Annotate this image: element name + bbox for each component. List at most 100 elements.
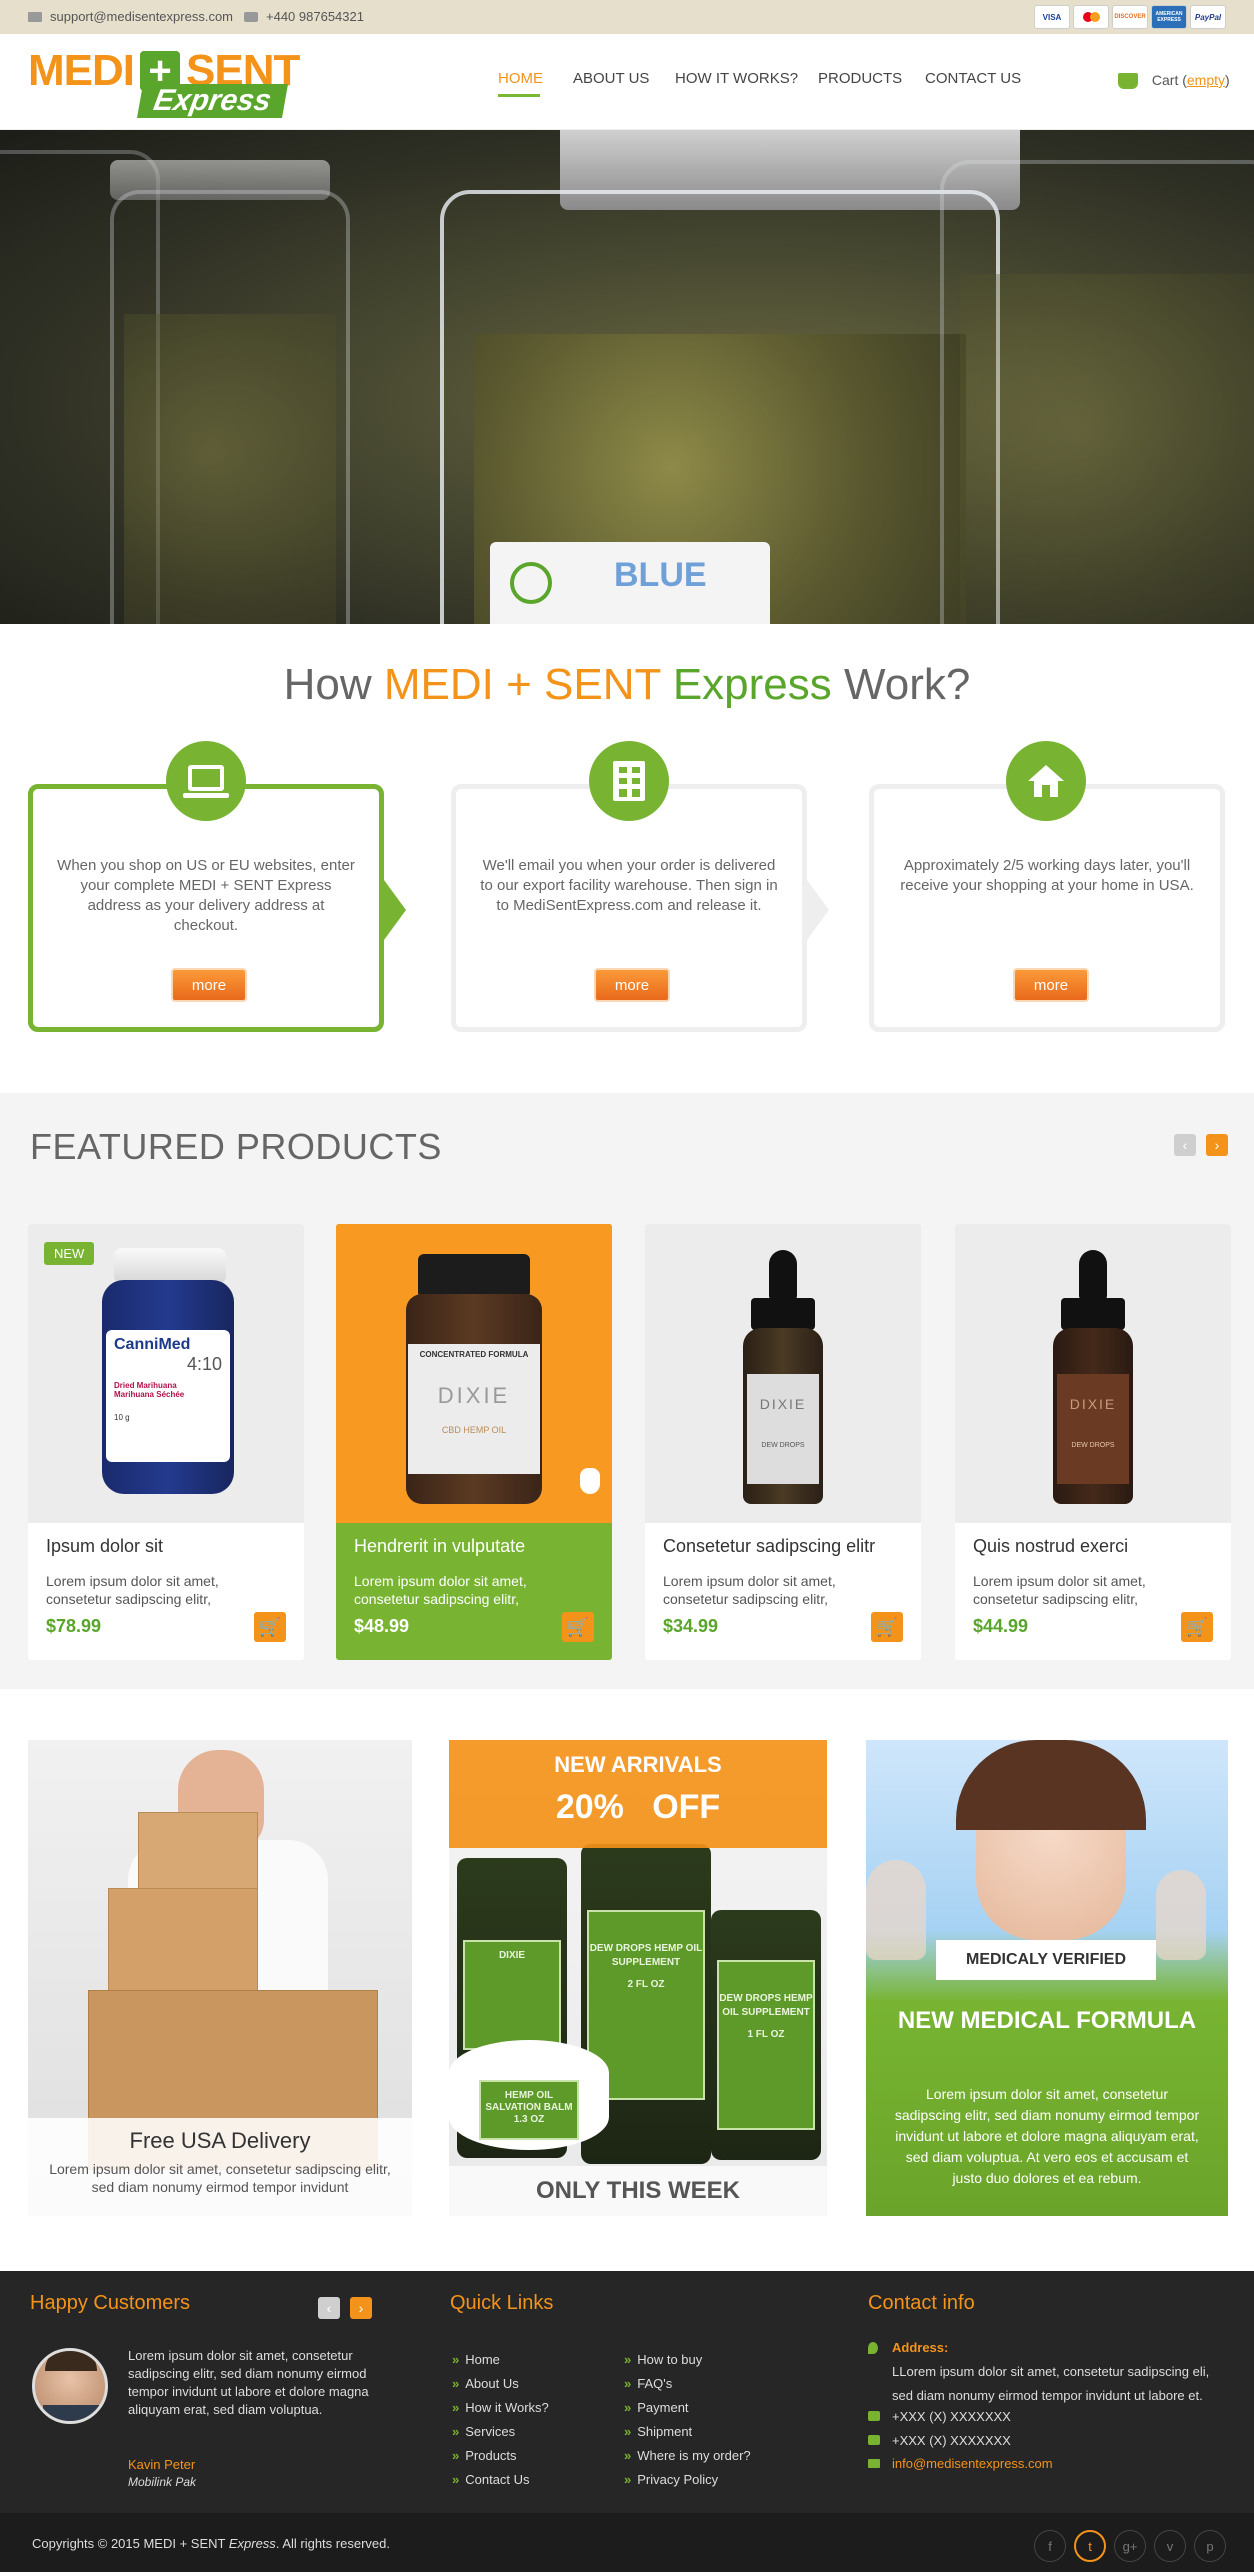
phone-icon bbox=[244, 11, 258, 22]
address-text: LLorem ipsum dolor sit amet, consetetur … bbox=[892, 2364, 1210, 2403]
verified-text: Lorem ipsum dolor sit amet, consetetur s… bbox=[894, 2086, 1200, 2186]
nav-products[interactable]: PRODUCTS bbox=[818, 70, 902, 87]
cart-icon: 🛒 bbox=[258, 1616, 282, 1637]
footer-link-where-order[interactable]: » Where is my order? bbox=[624, 2444, 751, 2468]
verified-badge: MEDICALY VERIFIED bbox=[936, 1940, 1156, 1980]
footer-link-how-to-buy[interactable]: » How to buy bbox=[624, 2348, 751, 2372]
quick-links-col2: » How to buy » FAQ's » Payment » Shipment » W… bbox=[624, 2348, 751, 2492]
add-to-cart-button[interactable]: 🛒 bbox=[871, 1612, 903, 1642]
paypal-icon: PayPal bbox=[1190, 5, 1226, 29]
cart-icon: 🛒 bbox=[1185, 1616, 1209, 1637]
google-plus-icon[interactable]: g+ bbox=[1114, 2530, 1146, 2562]
fax-icon bbox=[868, 2435, 880, 2445]
free-delivery-banner[interactable]: Free USA Delivery Lorem ipsum dolor sit … bbox=[28, 1740, 412, 2216]
envelope-icon bbox=[28, 11, 42, 22]
product-desc: Lorem ipsum dolor sit amet, consetetur s… bbox=[663, 1573, 836, 1607]
product-name[interactable]: Hendrerit in vulputate bbox=[354, 1536, 525, 1557]
product-name[interactable]: Consetetur sadipscing elitr bbox=[663, 1536, 875, 1557]
basket-icon bbox=[1118, 73, 1138, 90]
step-arrow-2 bbox=[807, 880, 829, 940]
contact-email[interactable]: info@medisentexpress.com bbox=[892, 2456, 1053, 2471]
testimonial-next-button[interactable]: › bbox=[350, 2297, 372, 2319]
happy-customers-title: Happy Customers bbox=[30, 2292, 191, 2314]
nav-how-it-works[interactable]: HOW IT WORKS? bbox=[675, 70, 798, 87]
home-icon bbox=[1006, 741, 1086, 821]
double-chevron-icon: » bbox=[624, 2424, 632, 2439]
mastercard-icon bbox=[1073, 5, 1109, 29]
footer-link-products[interactable]: » Products bbox=[452, 2444, 549, 2468]
new-badge: NEW bbox=[44, 1242, 95, 1265]
envelope-icon bbox=[868, 2459, 880, 2468]
delivery-text: Lorem ipsum dolor sit amet, consetetur s… bbox=[49, 2161, 391, 2195]
footer-link-how[interactable]: » How it Works? bbox=[452, 2396, 549, 2420]
footer-link-contact[interactable]: » Contact Us bbox=[452, 2468, 549, 2492]
vimeo-icon[interactable]: v bbox=[1154, 2530, 1186, 2562]
top-bar: support@medisentexpress.com +440 9876543… bbox=[0, 0, 1254, 34]
copyright-text: Copyrights © 2015 MEDI + SENT Express. A… bbox=[32, 2536, 390, 2551]
chevron-right-icon: › bbox=[358, 2300, 364, 2316]
laptop-icon bbox=[166, 741, 246, 821]
product-name[interactable]: Quis nostrud exerci bbox=[973, 1536, 1128, 1557]
logo[interactable]: MEDI + SENT Express bbox=[28, 46, 308, 120]
footer-link-faq[interactable]: » FAQ's bbox=[624, 2372, 751, 2396]
product-price: $44.99 bbox=[973, 1616, 1029, 1636]
footer-link-home[interactable]: » Home bbox=[452, 2348, 549, 2372]
product-desc: Lorem ipsum dolor sit amet, consetetur s… bbox=[354, 1573, 527, 1607]
cart-empty-link[interactable]: empty bbox=[1187, 72, 1225, 88]
cart-icon: 🛒 bbox=[875, 1616, 899, 1637]
step-2-more-button[interactable]: more bbox=[594, 968, 670, 1002]
product-image: DIXIE DEW DROPS bbox=[955, 1224, 1231, 1523]
double-chevron-icon: » bbox=[624, 2376, 632, 2391]
product-desc: Lorem ipsum dolor sit amet, consetetur s… bbox=[973, 1573, 1146, 1607]
nav-active-underline bbox=[498, 94, 540, 97]
medically-verified-banner[interactable]: MEDICALY VERIFIED NEW MEDICAL FORMULA Lo… bbox=[866, 1740, 1228, 2216]
customer-name: Kavin Peter bbox=[128, 2457, 196, 2472]
twitter-icon[interactable]: t bbox=[1074, 2530, 1106, 2562]
product-price: $78.99 bbox=[46, 1616, 102, 1636]
support-phone: +440 987654321 bbox=[244, 9, 364, 24]
footer-link-privacy[interactable]: » Privacy Policy bbox=[624, 2468, 751, 2492]
step-3-more-button[interactable]: more bbox=[1013, 968, 1089, 1002]
delivery-title: Free USA Delivery bbox=[129, 2128, 311, 2153]
nav-contact-us[interactable]: CONTACT US bbox=[925, 70, 1021, 87]
footer-link-about[interactable]: » About Us bbox=[452, 2372, 549, 2396]
double-chevron-icon: » bbox=[624, 2400, 632, 2415]
footer-link-payment[interactable]: » Payment bbox=[624, 2396, 751, 2420]
double-chevron-icon: » bbox=[624, 2472, 632, 2487]
doctor-photo bbox=[956, 1740, 1146, 1940]
contact-info-title: Contact info bbox=[868, 2292, 975, 2314]
cart-link[interactable]: Cart (empty) bbox=[1118, 72, 1230, 90]
support-email[interactable]: support@medisentexpress.com bbox=[28, 9, 233, 24]
step-1-more-button[interactable]: more bbox=[171, 968, 247, 1002]
facebook-icon[interactable]: f bbox=[1034, 2530, 1066, 2562]
nav-about-us[interactable]: ABOUT US bbox=[573, 70, 649, 87]
product-price: $48.99 bbox=[354, 1616, 410, 1636]
add-to-cart-button[interactable]: 🛒 bbox=[254, 1612, 286, 1642]
product-card[interactable]: CanniMed 4:10 Dried Marihuana Marihuana … bbox=[28, 1224, 304, 1660]
pinterest-icon[interactable]: p bbox=[1194, 2530, 1226, 2562]
product-card[interactable]: DIXIE DEW DROPS Quis nostrud exerci Lore… bbox=[955, 1224, 1231, 1660]
product-image: CONCENTRATED FORMULA DIXIE CBD HEMP OIL bbox=[336, 1224, 612, 1523]
add-to-cart-button[interactable]: 🛒 bbox=[1181, 1612, 1213, 1642]
product-card[interactable]: DIXIE DEW DROPS Consetetur sadipscing el… bbox=[645, 1224, 921, 1660]
nav-home[interactable]: HOME bbox=[498, 70, 543, 87]
product-card[interactable]: CONCENTRATED FORMULA DIXIE CBD HEMP OIL … bbox=[336, 1224, 612, 1660]
phone-icon bbox=[868, 2411, 880, 2421]
double-chevron-icon: » bbox=[452, 2424, 460, 2439]
only-this-week: ONLY THIS WEEK bbox=[449, 2166, 827, 2216]
new-arrivals-banner[interactable]: DIXIE DEW DROPS HEMP OIL SUPPLEMENT 2 FL… bbox=[449, 1740, 827, 2216]
add-to-cart-button[interactable]: 🛒 bbox=[562, 1612, 594, 1642]
product-image: CanniMed 4:10 Dried Marihuana Marihuana … bbox=[28, 1224, 304, 1523]
featured-prev-button[interactable]: ‹ bbox=[1174, 1134, 1196, 1156]
footer-link-shipment[interactable]: » Shipment bbox=[624, 2420, 751, 2444]
chevron-left-icon: ‹ bbox=[326, 2300, 332, 2316]
product-name[interactable]: Ipsum dolor sit bbox=[46, 1536, 163, 1557]
building-icon bbox=[589, 741, 669, 821]
featured-next-button[interactable]: › bbox=[1206, 1134, 1228, 1156]
footer-link-services[interactable]: » Services bbox=[452, 2420, 549, 2444]
product-image: DIXIE DEW DROPS bbox=[645, 1224, 921, 1523]
step-text-3: Approximately 2/5 working days later, yo… bbox=[900, 857, 1194, 894]
testimonial-prev-button[interactable]: ‹ bbox=[318, 2297, 340, 2319]
discover-icon: DISCOVER bbox=[1112, 5, 1148, 29]
jar-label: BLUE bbox=[490, 542, 770, 624]
